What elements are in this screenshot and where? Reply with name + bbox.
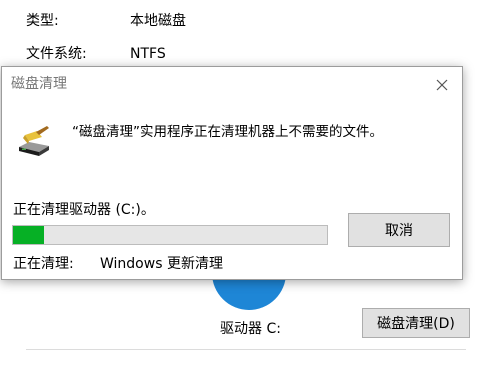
cleaning-label: 正在清理:	[13, 256, 74, 272]
disk-cleanup-icon	[19, 126, 49, 156]
file-system-value: NTFS	[130, 46, 166, 62]
disk-cleanup-button[interactable]: 磁盘清理(D)	[362, 308, 470, 338]
file-system-label: 文件系统:	[26, 46, 87, 62]
disk-cleanup-dialog: 磁盘清理 “磁盘清理”实用程序正在清理机器上不需要的文件。 正在清理驱动器 (C…	[1, 66, 463, 280]
cancel-button[interactable]: 取消	[348, 213, 450, 247]
dialog-titlebar[interactable]: 磁盘清理	[2, 67, 462, 103]
cleaning-item: Windows 更新清理	[100, 256, 223, 272]
dialog-title: 磁盘清理	[11, 76, 67, 92]
type-label: 类型:	[26, 13, 59, 29]
dialog-message: “磁盘清理”实用程序正在清理机器上不需要的文件。	[72, 124, 383, 140]
progress-bar-fill	[13, 226, 45, 244]
close-button[interactable]	[422, 67, 462, 103]
close-icon	[436, 79, 448, 91]
cleaning-drive-status: 正在清理驱动器 (C:)。	[13, 202, 155, 218]
type-value: 本地磁盘	[130, 13, 186, 29]
drive-label: 驱动器 C:	[220, 321, 281, 337]
divider	[26, 349, 466, 350]
progress-bar	[12, 225, 328, 245]
